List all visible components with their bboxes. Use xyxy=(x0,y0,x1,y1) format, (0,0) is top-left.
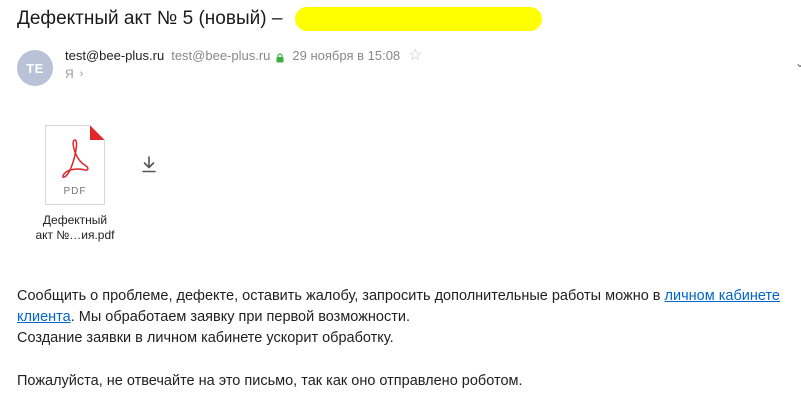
recipient-line[interactable]: Я › xyxy=(65,67,83,81)
sender-email[interactable]: test@bee-plus.ru xyxy=(171,48,270,63)
lock-icon xyxy=(276,51,284,62)
email-body: Сообщить о проблеме, дефекте, оставить ж… xyxy=(17,286,792,392)
pdf-attachment[interactable]: PDF xyxy=(45,125,105,205)
body-paragraph-3: Пожалуйста, не отвечайте на это письмо, … xyxy=(17,373,523,389)
attachment-name-line1: Дефектный xyxy=(42,213,108,227)
star-icon[interactable]: ☆ xyxy=(408,48,422,64)
recipient-name[interactable]: Я xyxy=(65,67,74,81)
sender-name[interactable]: test@bee-plus.ru xyxy=(65,48,164,63)
attachment-name-line2: акт №…ия.pdf xyxy=(35,228,115,242)
chevron-down-icon[interactable]: ⌄ xyxy=(795,56,801,70)
body-paragraph-1: Сообщить о проблеме, дефекте, оставить ж… xyxy=(17,286,792,328)
body-text-1: Сообщить о проблеме, дефекте, оставить ж… xyxy=(17,288,665,304)
avatar[interactable]: TE xyxy=(17,50,53,86)
sender-line: test@bee-plus.ru test@bee-plus.ru 29 ноя… xyxy=(65,48,423,64)
body-text-1-tail: . Мы обработаем заявку при первой возмож… xyxy=(70,309,410,325)
attachment-name[interactable]: Дефектный акт №…ия.pdf xyxy=(20,213,130,243)
email-date: 29 ноября в 15:08 xyxy=(292,48,401,63)
download-icon[interactable] xyxy=(140,155,158,175)
email-subject: Дефектный акт № 5 (новый) – xyxy=(17,8,283,29)
chevron-right-icon[interactable]: › xyxy=(80,68,84,80)
body-paragraph-2: Создание заявки в личном кабинете ускори… xyxy=(17,330,394,346)
subject-highlight-redaction xyxy=(295,7,542,31)
pdf-type-label: PDF xyxy=(63,186,87,197)
